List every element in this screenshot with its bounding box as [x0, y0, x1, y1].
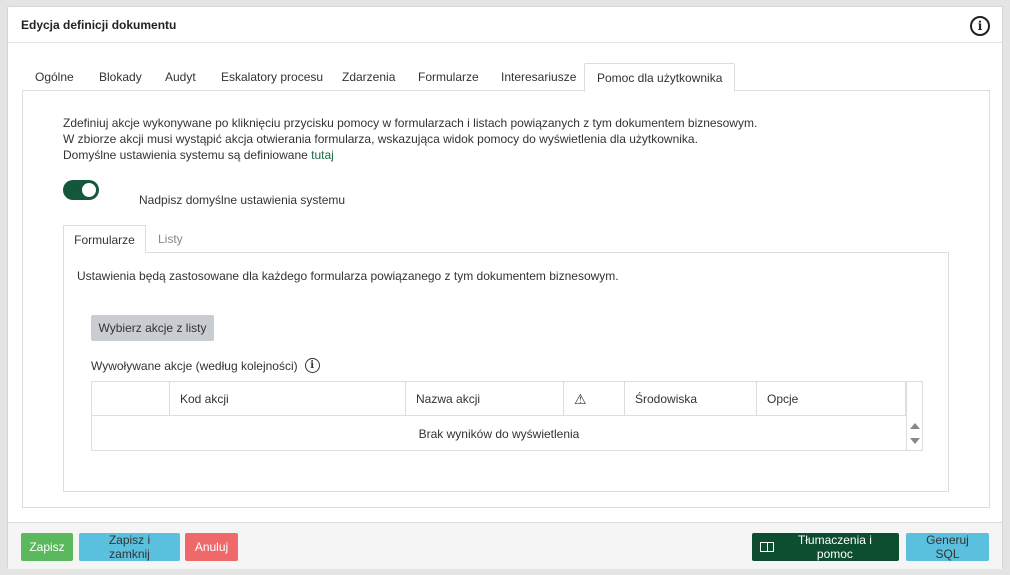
dialog-header: Edycja definicji dokumentu i	[8, 7, 1002, 43]
grid-scrollbar[interactable]	[906, 382, 922, 450]
save-button[interactable]: Zapisz	[21, 533, 73, 561]
grid-col-opcje[interactable]: Opcje	[757, 382, 906, 416]
defaults-link[interactable]: tutaj	[311, 148, 334, 162]
subtab-bar: Formularze Listy	[63, 225, 949, 254]
grid-col-kod-akcji[interactable]: Kod akcji	[170, 382, 406, 416]
save-and-close-button[interactable]: Zapisz i zamknij	[79, 533, 180, 561]
override-defaults-label: Nadpisz domyślne ustawienia systemu	[139, 193, 346, 207]
tab-formularze[interactable]: Formularze	[418, 63, 479, 91]
grid-empty-message: Brak wyników do wyświetlenia	[418, 427, 580, 441]
actions-list-label: Wywoływane akcje (według kolejności) i	[91, 358, 320, 373]
override-defaults-toggle[interactable]	[63, 180, 99, 200]
info-icon[interactable]: i	[304, 358, 320, 373]
dialog-footer: Zapisz Zapisz i zamknij Anuluj Tłumaczen…	[8, 522, 1002, 569]
grid-header: Kod akcji Nazwa akcji ⚠ Środowiska Opcje	[92, 382, 906, 416]
actions-grid: Kod akcji Nazwa akcji ⚠ Środowiska Opcje…	[91, 381, 923, 451]
actions-list-label-text: Wywoływane akcje (według kolejności)	[91, 358, 298, 373]
cancel-button[interactable]: Anuluj	[185, 533, 238, 561]
tab-blokady[interactable]: Blokady	[99, 63, 142, 91]
translate-icon	[760, 542, 774, 552]
subtab-formularze[interactable]: Formularze	[63, 225, 146, 254]
subtab-listy[interactable]: Listy	[158, 225, 183, 253]
tab-pomoc-dla-uzytkownika[interactable]: Pomoc dla użytkownika	[584, 63, 736, 92]
tab-eskalatory-procesu[interactable]: Eskalatory procesu	[221, 63, 323, 91]
tab-interesariusze[interactable]: Interesariusze	[501, 63, 576, 91]
help-line-1: Zdefiniuj akcje wykonywane po kliknięciu…	[63, 116, 758, 130]
scroll-down-icon[interactable]	[910, 438, 920, 444]
grid-col-select	[92, 382, 170, 416]
translations-help-button[interactable]: Tłumaczenia i pomoc	[752, 533, 899, 561]
tab-panel-help: Zdefiniuj akcje wykonywane po kliknięciu…	[22, 91, 990, 508]
dialog: Edycja definicji dokumentu i Ogólne Blok…	[7, 6, 1003, 569]
help-line-3-text: Domyślne ustawienia systemu są definiowa…	[63, 148, 308, 162]
toggle-knob	[82, 183, 96, 197]
scroll-up-icon[interactable]	[910, 423, 920, 429]
help-line-2: W zbiorze akcji musi wystąpić akcja otwi…	[63, 132, 698, 146]
forms-description: Ustawienia będą zastosowane dla każdego …	[77, 269, 619, 283]
dialog-title: Edycja definicji dokumentu	[21, 18, 177, 32]
tab-audyt[interactable]: Audyt	[165, 63, 196, 91]
tab-bar: Ogólne Blokady Audyt Eskalatory procesu …	[22, 63, 990, 92]
help-description: Zdefiniuj akcje wykonywane po kliknięciu…	[63, 115, 757, 163]
subtab-panel-forms: Ustawienia będą zastosowane dla każdego …	[63, 253, 949, 492]
tab-ogolne[interactable]: Ogólne	[35, 63, 74, 91]
tab-zdarzenia[interactable]: Zdarzenia	[342, 63, 395, 91]
choose-actions-button[interactable]: Wybierz akcje z listy	[91, 315, 214, 341]
grid-col-nazwa-akcji[interactable]: Nazwa akcji	[406, 382, 564, 416]
generate-sql-button[interactable]: Generuj SQL	[906, 533, 989, 561]
grid-col-srodowiska[interactable]: Środowiska	[625, 382, 757, 416]
warning-icon[interactable]: ⚠	[564, 382, 625, 416]
translations-help-label: Tłumaczenia i pomoc	[797, 533, 872, 561]
info-icon[interactable]: i	[970, 16, 990, 36]
help-line-3: Domyślne ustawienia systemu są definiowa…	[63, 147, 757, 163]
